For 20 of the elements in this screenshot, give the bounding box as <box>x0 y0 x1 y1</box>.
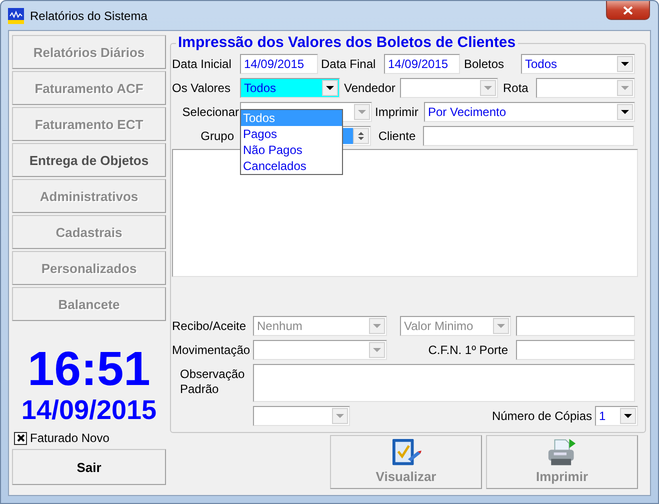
field-label: Recibo/Aceite <box>172 319 248 334</box>
field-label: Rota <box>502 80 530 95</box>
checkbox-label: Faturado Novo <box>30 431 110 445</box>
field-label: C.F.N. 1º Porte <box>427 343 509 358</box>
field-label: Data Inicial <box>172 56 232 71</box>
field-label: Observação Padrão <box>179 366 246 398</box>
field-label: Vendedor <box>343 80 396 95</box>
field-label: Boletos <box>463 56 506 71</box>
field-label: Número de Cópias <box>490 409 593 424</box>
field-label: Movimentação <box>172 343 252 358</box>
form-title: Impressão dos Valores dos Boletos de Clientes <box>176 34 518 52</box>
field-label: Selecionar <box>181 104 240 119</box>
field-label: Data Final <box>320 56 377 71</box>
clock-time: 16:51 <box>26 345 152 395</box>
clock-date: 14/09/2015 <box>20 395 158 425</box>
window-title: Relatórios do Sistema <box>30 8 148 22</box>
field-label: Os Valores <box>172 80 232 95</box>
field-label: Cliente <box>377 128 417 142</box>
field-label: Grupo <box>200 128 235 142</box>
field-label: Imprimir <box>374 104 420 119</box>
